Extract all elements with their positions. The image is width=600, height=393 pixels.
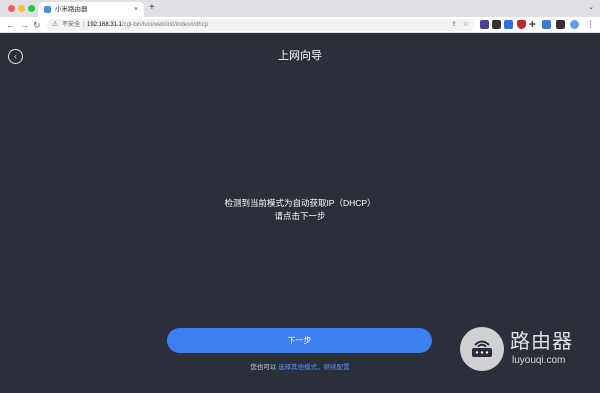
favicon-icon [44,6,51,13]
detection-message: 检测到当前模式为自动获取IP（DHCP） [224,198,376,208]
browser-toolbar: ← → ↻ ⚠ 不安全 | 192.168.31.1/cgi-bin/luci/… [0,17,600,33]
share-icon[interactable]: ⇪ [451,20,457,30]
url-host: 192.168.31.1 [87,22,123,28]
warning-icon[interactable]: ⚠ [52,20,58,30]
side-panel-icon[interactable] [556,20,565,29]
browser-tab-bar: 小米路由器 × + ⌄ [0,0,600,17]
extension-1-icon[interactable] [480,20,489,29]
shield-icon[interactable] [517,20,526,29]
instruction-message: 请点击下一步 [274,211,326,221]
bookmark-star-icon[interactable]: ☆ [463,20,469,30]
extension-2-icon[interactable] [492,20,501,29]
page-title: 上网向导 [278,50,322,62]
browser-tab[interactable]: 小米路由器 × [38,2,144,17]
watermark-brand: 路由器 [510,329,573,353]
url-text[interactable]: 192.168.31.1/cgi-bin/luci/web/init/index… [87,20,208,30]
next-step-button[interactable]: 下一步 [167,328,432,353]
new-tab-button[interactable]: + [149,2,155,14]
tab-title: 小米路由器 [55,6,88,13]
tab-close-icon[interactable]: × [134,4,138,15]
profile-avatar-icon[interactable] [570,20,579,29]
hint-prefix: 您也可以 [250,364,277,371]
extension-3-icon[interactable] [504,20,513,29]
watermark: 路由器 luyouqi.com [458,327,598,387]
tab-search-icon[interactable]: ⌄ [588,3,594,11]
router-logo-icon [460,327,504,371]
more-menu-icon[interactable]: ⋮ [586,20,595,29]
back-arrow-icon[interactable]: ← [6,19,15,31]
window-close-button[interactable] [8,5,15,12]
window-zoom-button[interactable] [28,5,35,12]
window-minimize-button[interactable] [18,5,25,12]
forward-arrow-icon[interactable]: → [20,19,29,31]
puzzle-extensions-icon[interactable]: ✚ [529,20,538,29]
url-path: /cgi-bin/luci/web/init/index#/dhcp [122,22,209,28]
reload-icon[interactable]: ↻ [33,19,41,31]
url-separator: | [83,22,85,28]
watermark-domain: luyouqi.com [512,355,566,366]
address-bar[interactable]: ⚠ 不安全 | 192.168.31.1/cgi-bin/luci/web/in… [47,19,475,31]
choose-other-mode-link[interactable]: 选择其他模式，继续配置 [278,364,350,371]
extension-6-icon[interactable] [542,20,551,29]
security-status[interactable]: 不安全 [62,20,80,30]
